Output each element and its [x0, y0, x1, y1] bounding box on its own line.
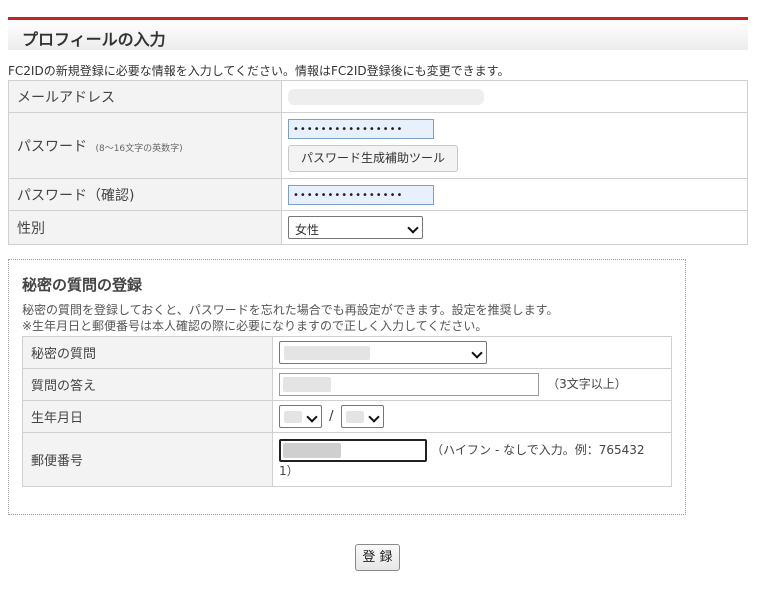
password-confirm-input[interactable]: ••••••••••••••••: [288, 184, 434, 205]
password-label-cell: パスワード (8〜16文字の英数字): [8, 112, 282, 179]
answer-value-redacted: [283, 377, 331, 392]
page-title: プロフィールの入力: [22, 30, 166, 49]
birth-month-select[interactable]: [279, 405, 322, 428]
section-header: プロフィールの入力: [8, 17, 748, 50]
chevron-down-icon: [306, 411, 318, 423]
password-label: パスワード: [17, 138, 87, 155]
postal-value-redacted: [283, 442, 341, 458]
answer-cell: （3文字以上）: [272, 368, 672, 401]
intro-text: FC2IDの新規登録に必要な情報を入力してください。情報はFC2ID登録後にも変…: [8, 64, 510, 78]
chevron-down-icon: [471, 347, 483, 359]
email-label: メールアドレス: [8, 80, 282, 113]
password-hint: (8〜16文字の英数字): [95, 143, 183, 154]
answer-row: 質問の答え （3文字以上）: [22, 368, 672, 401]
email-cell: [281, 80, 748, 113]
password-cell: •••••••••••••••• パスワード生成補助ツール: [281, 112, 748, 179]
gender-select[interactable]: 女性: [288, 216, 423, 239]
postal-row: 郵便番号 （ハイフン - なしで入力。例：765432 1）: [22, 432, 672, 487]
gender-selected-value: 女性: [295, 223, 320, 237]
gender-cell: 女性: [281, 210, 748, 245]
password-row: パスワード (8〜16文字の英数字) •••••••••••••••• パスワー…: [8, 112, 748, 179]
gender-label: 性別: [8, 210, 282, 245]
secret-description: 秘密の質問を登録しておくと、パスワードを忘れた場合でも再設定ができます。設定を推…: [22, 302, 558, 334]
chevron-down-icon: [407, 222, 419, 234]
password-confirm-label: パスワード（確認): [8, 178, 282, 211]
postal-note-line1: （ハイフン - なしで入力。例：765432: [431, 442, 645, 457]
birthdate-label: 生年月日: [22, 400, 273, 433]
question-label: 秘密の質問: [22, 336, 273, 369]
postal-note-line2: 1）: [279, 463, 299, 478]
answer-note: （3文字以上）: [547, 377, 627, 391]
gender-row: 性別 女性: [8, 210, 748, 245]
profile-form-table: メールアドレス パスワード (8〜16文字の英数字) •••••••••••••…: [8, 80, 748, 245]
birth-month-redacted: [284, 411, 302, 423]
secret-form-table: 秘密の質問 質問の答え （3文字以上） 生年月日 / 郵便番号 （ハイフン - …: [22, 336, 672, 487]
question-row: 秘密の質問: [22, 336, 672, 369]
postal-label: 郵便番号: [22, 432, 273, 487]
birth-day-select[interactable]: [340, 405, 384, 428]
birthdate-cell: /: [272, 400, 672, 433]
password-confirm-row: パスワード（確認) ••••••••••••••••: [8, 178, 748, 211]
password-confirm-cell: ••••••••••••••••: [281, 178, 748, 211]
question-value-redacted: [284, 346, 370, 360]
postal-cell: （ハイフン - なしで入力。例：765432 1）: [272, 432, 672, 487]
password-input[interactable]: ••••••••••••••••: [288, 119, 434, 139]
secret-desc-line1: 秘密の質問を登録しておくと、パスワードを忘れた場合でも再設定ができます。設定を推…: [22, 303, 559, 317]
password-tool-button[interactable]: パスワード生成補助ツール: [288, 145, 458, 172]
birth-day-redacted: [345, 411, 364, 423]
answer-label: 質問の答え: [22, 368, 273, 401]
email-row: メールアドレス: [8, 80, 748, 113]
question-cell: [272, 336, 672, 369]
question-select[interactable]: [279, 341, 487, 364]
secret-desc-line2: ※生年月日と郵便番号は本人確認の際に必要になりますので正しく入力してください。: [22, 319, 488, 333]
chevron-down-icon: [368, 411, 380, 423]
birthdate-row: 生年月日 /: [22, 400, 672, 433]
email-value-redacted[interactable]: [288, 88, 484, 105]
postal-input[interactable]: [279, 438, 427, 462]
answer-input[interactable]: [279, 373, 539, 396]
birthdate-separator: /: [329, 409, 334, 424]
secret-section-title: 秘密の質問の登録: [22, 276, 143, 294]
submit-button[interactable]: 登 録: [355, 544, 400, 571]
